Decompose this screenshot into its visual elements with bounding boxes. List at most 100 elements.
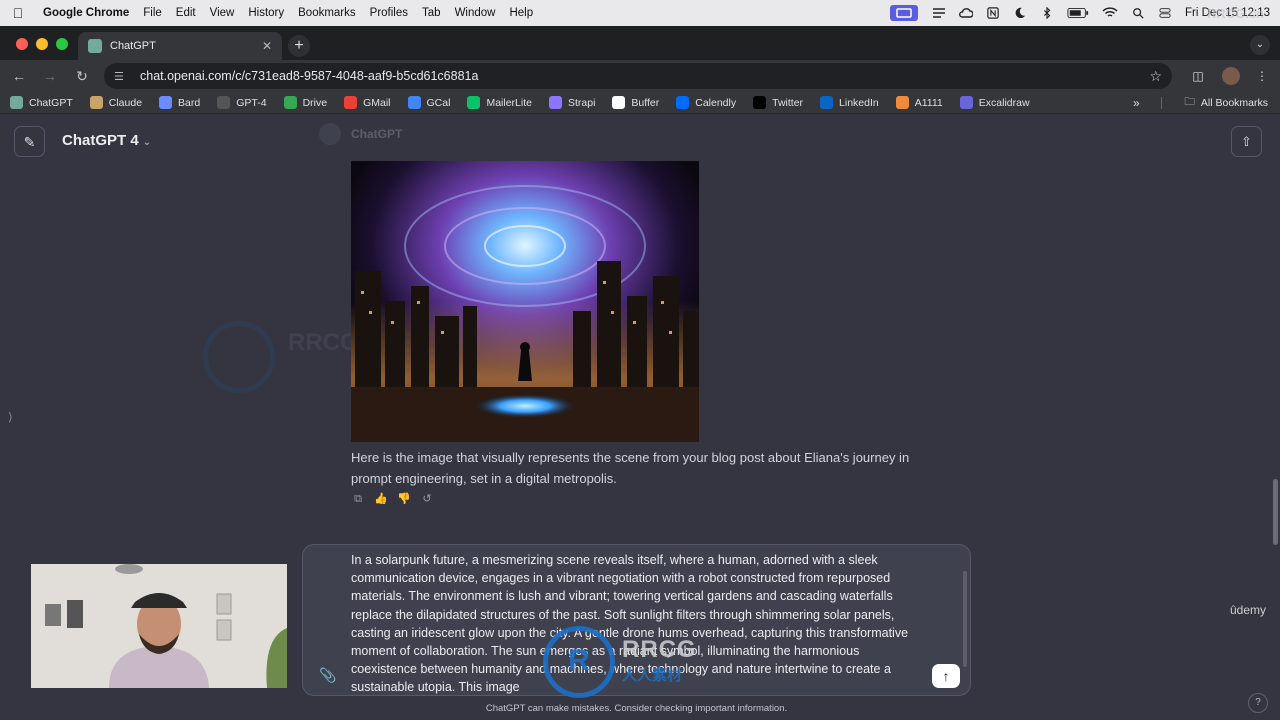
thumbs-down-icon[interactable]: 👎 bbox=[397, 492, 411, 506]
linkedin-icon bbox=[820, 96, 834, 109]
menu-app-name[interactable]: Google Chrome bbox=[36, 7, 136, 19]
bookmark-star-icon[interactable]: ☆ bbox=[1149, 68, 1162, 85]
rrcg-logo: R bbox=[543, 626, 615, 698]
side-panel-icon[interactable]: ◫ bbox=[1188, 66, 1208, 86]
thumbs-up-icon[interactable]: 👍 bbox=[374, 492, 388, 506]
bookmark-label: GCal bbox=[426, 96, 451, 109]
bookmark-mailerlite[interactable]: MailerLite bbox=[467, 96, 532, 109]
menu-view[interactable]: View bbox=[203, 7, 242, 19]
macos-menu-bar:  Google Chrome File Edit View History B… bbox=[0, 0, 1280, 26]
profile-avatar[interactable] bbox=[1222, 67, 1240, 85]
bookmark-drive[interactable]: Drive bbox=[283, 96, 328, 109]
menu-history[interactable]: History bbox=[241, 7, 291, 19]
forward-arrow-icon[interactable]: → bbox=[40, 66, 60, 86]
paperclip-icon[interactable]: 📎 bbox=[319, 667, 337, 685]
bookmark-gpt-4[interactable]: GPT-4 bbox=[217, 96, 267, 109]
url-text[interactable]: chat.openai.com/c/c731ead8-9587-4048-aaf… bbox=[140, 69, 478, 83]
bookmarks-divider bbox=[1161, 97, 1162, 109]
watermark-subtitle: 人人素材 bbox=[622, 667, 683, 684]
zoom-window-button[interactable] bbox=[56, 38, 68, 50]
menu-help[interactable]: Help bbox=[502, 7, 540, 19]
bookmark-label: GPT-4 bbox=[236, 96, 267, 109]
site-settings-icon[interactable]: ☰ bbox=[114, 70, 130, 83]
bookmark-claude[interactable]: Claude bbox=[89, 96, 143, 109]
bookmark-label: MailerLite bbox=[486, 96, 532, 109]
bookmark-label: Strapi bbox=[567, 96, 596, 109]
bookmark-gcal[interactable]: GCal bbox=[407, 96, 451, 109]
all-bookmarks-button[interactable]: 🗀 All Bookmarks bbox=[1184, 92, 1268, 114]
bookmark-linkedin[interactable]: LinkedIn bbox=[820, 96, 879, 109]
watermark-title: RRCG bbox=[622, 636, 697, 663]
sidebar-toggle-icon[interactable]: ⟩ bbox=[8, 410, 13, 424]
watermark-logo-faded bbox=[203, 321, 275, 393]
new-chat-button[interactable]: ✎ bbox=[14, 126, 45, 157]
bookmark-a1111[interactable]: A1111 bbox=[895, 96, 943, 109]
regenerate-icon[interactable]: ↺ bbox=[420, 492, 434, 506]
page-scrollbar[interactable] bbox=[1273, 479, 1278, 545]
folder-icon: 🗀 bbox=[1184, 96, 1195, 108]
moon-icon[interactable] bbox=[1013, 7, 1027, 19]
bookmark-label: Claude bbox=[108, 96, 143, 109]
text-list-icon[interactable] bbox=[932, 7, 946, 19]
notion-icon[interactable] bbox=[986, 7, 1000, 19]
bard-icon bbox=[159, 96, 173, 109]
bluetooth-icon[interactable] bbox=[1040, 7, 1054, 19]
cloud-icon[interactable] bbox=[959, 7, 973, 19]
address-bar[interactable]: ☰ chat.openai.com/c/c731ead8-9587-4048-a… bbox=[104, 63, 1172, 89]
bookmark-bard[interactable]: Bard bbox=[159, 96, 200, 109]
window-controls bbox=[16, 38, 68, 50]
udemy-watermark: ûdemy bbox=[1230, 603, 1267, 617]
calendar-icon bbox=[407, 96, 421, 109]
composer-scrollbar[interactable] bbox=[963, 571, 967, 667]
bookmark-label: Twitter bbox=[772, 96, 804, 109]
screen-share-icon[interactable] bbox=[889, 5, 919, 21]
bookmark-buffer[interactable]: Buffer bbox=[612, 96, 659, 109]
more-bookmarks-chevron-icon[interactable]: » bbox=[1133, 96, 1140, 110]
bookmark-excalidraw[interactable]: Excalidraw bbox=[959, 96, 1030, 109]
send-button[interactable]: ↑ bbox=[932, 664, 960, 688]
help-button[interactable]: ? bbox=[1248, 693, 1268, 713]
bookmark-chatgpt[interactable]: ChatGPT bbox=[10, 96, 73, 109]
search-icon[interactable] bbox=[1131, 7, 1145, 19]
menu-window[interactable]: Window bbox=[448, 7, 503, 19]
close-tab-icon[interactable]: ✕ bbox=[262, 39, 272, 53]
bookmark-strapi[interactable]: Strapi bbox=[548, 96, 596, 109]
x-icon bbox=[753, 96, 767, 109]
bookmark-label: Drive bbox=[302, 96, 328, 109]
bookmark-label: LinkedIn bbox=[839, 96, 879, 109]
menu-bookmarks[interactable]: Bookmarks bbox=[291, 7, 363, 19]
apple-menu-icon[interactable]:  bbox=[0, 5, 36, 21]
message-sender: ChatGPT bbox=[319, 123, 402, 145]
menu-edit[interactable]: Edit bbox=[169, 7, 203, 19]
bookmark-label: A1111 bbox=[914, 96, 943, 109]
close-window-button[interactable] bbox=[16, 38, 28, 50]
share-button[interactable]: ⇧ bbox=[1231, 126, 1262, 157]
battery-icon[interactable] bbox=[1067, 7, 1089, 19]
tab-search-chevron-icon[interactable]: ⌄ bbox=[1250, 35, 1270, 55]
reload-icon[interactable]: ↻ bbox=[72, 66, 92, 86]
bookmark-calendly[interactable]: Calendly bbox=[676, 96, 736, 109]
bookmark-label: GMail bbox=[363, 96, 391, 109]
copy-icon[interactable]: ⧉ bbox=[351, 492, 365, 506]
tab-title: ChatGPT bbox=[110, 40, 156, 52]
bookmarks-bar: ChatGPT Claude Bard GPT-4 Drive GMail GCal Mail… bbox=[0, 92, 1280, 114]
chrome-menu-icon[interactable]: ⋮ bbox=[1252, 66, 1272, 86]
webcam-overlay bbox=[31, 564, 287, 688]
rrcg-watermark: RRCG 人人素材 bbox=[622, 636, 697, 685]
bookmark-twitter[interactable]: Twitter bbox=[753, 96, 803, 109]
bookmark-gmail[interactable]: GMail bbox=[344, 96, 391, 109]
generated-image[interactable] bbox=[351, 161, 699, 442]
back-arrow-icon[interactable]: ← bbox=[9, 66, 29, 86]
message-actions: ⧉ 👍 👎 ↺ bbox=[351, 492, 434, 506]
model-selector[interactable]: ChatGPT 4 ⌄ bbox=[62, 132, 151, 149]
wifi-icon[interactable] bbox=[1102, 7, 1118, 19]
tab-chatgpt[interactable]: ChatGPT ✕ bbox=[78, 32, 282, 60]
control-center-icon[interactable] bbox=[1158, 7, 1172, 19]
new-tab-button[interactable]: + bbox=[288, 35, 310, 57]
menu-profiles[interactable]: Profiles bbox=[363, 7, 415, 19]
menu-file[interactable]: File bbox=[136, 7, 169, 19]
excalidraw-icon bbox=[959, 96, 973, 109]
minimize-window-button[interactable] bbox=[36, 38, 48, 50]
menu-tab[interactable]: Tab bbox=[415, 7, 448, 19]
gmail-icon bbox=[344, 96, 358, 109]
